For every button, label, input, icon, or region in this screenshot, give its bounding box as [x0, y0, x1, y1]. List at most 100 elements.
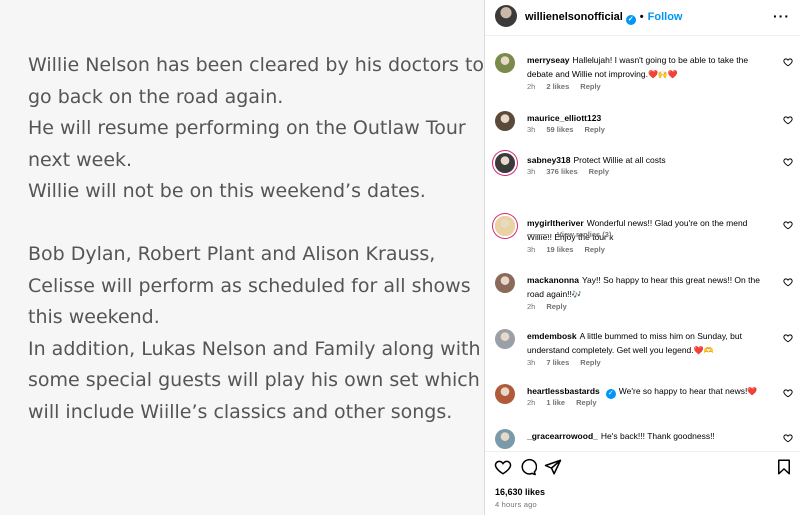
post-text-line: will include Wiille’s classics and other…	[28, 400, 453, 423]
commenter-username[interactable]: _gracearrowood_	[527, 431, 598, 441]
comment-like-heart-icon[interactable]	[783, 388, 793, 398]
commenter-username[interactable]: maurice_elliott123	[527, 113, 601, 123]
commenter-avatar[interactable]	[495, 273, 515, 293]
post-image: Willie Nelson has been cleared by his do…	[0, 0, 484, 515]
post-text-line: Bob Dylan, Robert Plant and Alison Kraus…	[28, 243, 436, 265]
commenter-username[interactable]: heartlessbastards	[527, 386, 600, 396]
comment-time: 3h	[527, 245, 536, 254]
follow-button[interactable]: Follow	[648, 11, 683, 23]
comment-text: Protect Willie at all costs	[573, 155, 666, 165]
view-replies-button[interactable]: View replies (3)	[527, 230, 611, 239]
heart-icon[interactable]	[494, 458, 512, 476]
post-header: willienelsonofficial ✓ • Follow ···	[485, 0, 800, 36]
comment-time: 2h	[527, 302, 536, 311]
comment-likes[interactable]: 59 likes	[546, 125, 573, 134]
comment-like-heart-icon[interactable]	[783, 277, 793, 287]
commenter-username[interactable]: sabney318	[527, 155, 570, 165]
likes-count[interactable]: 16,630 likes	[495, 487, 545, 497]
post-text-line: some special guests will play his own se…	[28, 369, 480, 391]
comment-meta: 3h 7 likes Reply	[527, 358, 612, 367]
reply-button[interactable]: Reply	[576, 398, 596, 407]
post-text-line: go back on the road again.	[28, 85, 284, 108]
commenter-avatar[interactable]	[495, 111, 515, 131]
comment-likes[interactable]: 7 likes	[546, 358, 569, 367]
reply-button[interactable]: Reply	[580, 358, 600, 367]
author-username-row: willienelsonofficial ✓ • Follow	[525, 11, 682, 25]
comment-meta: 3h 376 likes Reply	[527, 167, 620, 176]
comment-like-heart-icon[interactable]	[783, 433, 793, 443]
comment-time: 2h	[527, 398, 536, 407]
comment-like-heart-icon[interactable]	[783, 220, 793, 230]
comment-body: heartlessbastards ✓ We're so happy to hear…	[527, 384, 772, 399]
comment-text: We're so happy to hear that news!	[618, 386, 748, 396]
comment-meta: 3h 19 likes Reply	[527, 245, 616, 254]
post-text-line: Willie Nelson has been cleared by his do…	[28, 54, 485, 76]
post-text-line: Celisse will perform as scheduled for al…	[28, 274, 471, 297]
divider	[485, 451, 800, 452]
commenter-avatar[interactable]	[495, 329, 515, 349]
replies-dash	[527, 234, 549, 235]
comment-time: 2h	[527, 82, 536, 91]
comment-time: 3h	[527, 125, 536, 134]
comments-panel: willienelsonofficial ✓ • Follow ··· merryse…	[485, 0, 800, 515]
commenter-username[interactable]: mackanonna	[527, 275, 579, 285]
post-timestamp: 4 hours ago	[495, 500, 537, 509]
comment-like-heart-icon[interactable]	[783, 57, 793, 67]
comment-emoji: ❤️🙌❤️	[647, 70, 678, 79]
comment-body: mackanonna Yay!! So happy to hear this gr…	[527, 273, 772, 302]
comment-body: _gracearrowood_ He's back!!! Thank goodne…	[527, 429, 772, 444]
comment-text: He's back!!! Thank goodness!!	[600, 431, 715, 441]
comment-emoji: ❤️	[747, 387, 758, 396]
post-text-line: He will resume performing on the Outlaw …	[28, 117, 466, 139]
post-text-line: this weekend.	[28, 306, 160, 328]
commenter-username[interactable]: merryseay	[527, 55, 570, 65]
comment-likes[interactable]: 19 likes	[546, 245, 573, 254]
view-replies-label: View replies (3)	[557, 230, 612, 239]
comments-list[interactable]: merryseay Hallelujah! I wasn't going to b…	[485, 37, 800, 451]
post-text-line: In addition, Lukas Nelson and Family alo…	[28, 337, 481, 360]
post-text: Willie Nelson has been cleared by his do…	[28, 50, 485, 428]
author-avatar[interactable]	[495, 5, 517, 27]
commenter-avatar[interactable]	[495, 53, 515, 73]
comment-body: maurice_elliott123	[527, 111, 772, 126]
commenter-username[interactable]: mygirltheriver	[527, 218, 584, 228]
commenter-avatar[interactable]	[495, 429, 515, 449]
bookmark-icon[interactable]	[775, 458, 793, 476]
commenter-avatar[interactable]	[495, 153, 515, 173]
more-options-icon[interactable]: ···	[773, 8, 790, 24]
comment-body: emdembosk A little bummed to miss him on …	[527, 329, 772, 358]
comment-body: merryseay Hallelujah! I wasn't going to b…	[527, 53, 772, 82]
separator-dot: •	[639, 11, 644, 23]
action-bar	[485, 456, 800, 478]
commenter-avatar[interactable]	[495, 216, 515, 236]
comment-likes[interactable]: 1 like	[546, 398, 565, 407]
comment-meta: 3h 59 likes Reply	[527, 125, 616, 134]
share-icon[interactable]	[544, 458, 562, 476]
comment-like-heart-icon[interactable]	[783, 333, 793, 343]
reply-button[interactable]: Reply	[584, 245, 604, 254]
reply-button[interactable]: Reply	[546, 302, 566, 311]
comment-icon[interactable]	[519, 458, 537, 476]
author-username[interactable]: willienelsonofficial	[525, 11, 623, 23]
verified-badge-icon: ✓	[625, 15, 636, 25]
comment-meta: 2h Reply	[527, 302, 578, 311]
comment-likes[interactable]: 376 likes	[546, 167, 577, 176]
comment-emoji: 🎶	[571, 290, 582, 299]
commenter-username[interactable]: emdembosk	[527, 331, 577, 341]
post-text-line: next week.	[28, 148, 133, 171]
paragraph-break	[28, 208, 478, 240]
comment-meta: 2h 1 like Reply	[527, 398, 608, 407]
reply-button[interactable]: Reply	[584, 125, 604, 134]
comment-likes[interactable]: 2 likes	[546, 82, 569, 91]
comment-meta: 2h 2 likes Reply	[527, 82, 612, 91]
comment-body: sabney318 Protect Willie at all costs	[527, 153, 772, 168]
reply-button[interactable]: Reply	[589, 167, 609, 176]
comment-like-heart-icon[interactable]	[783, 157, 793, 167]
reply-button[interactable]: Reply	[580, 82, 600, 91]
commenter-avatar[interactable]	[495, 384, 515, 404]
comment-emoji: ❤️🫶	[693, 346, 714, 355]
comment-like-heart-icon[interactable]	[783, 115, 793, 125]
comment-time: 3h	[527, 358, 536, 367]
post-text-line: Willie will not be on this weekend’s dat…	[28, 180, 426, 202]
comment-time: 3h	[527, 167, 536, 176]
